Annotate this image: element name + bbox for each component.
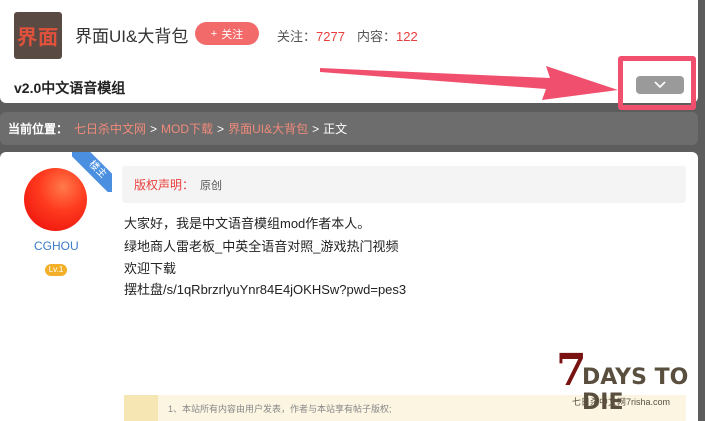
follower-count: 7277	[316, 29, 345, 44]
post-body-link[interactable]: 摆杜盘/s/1qRbrzrlyuYnr84E4jOKHSw?pwd=pes3	[124, 279, 406, 298]
post-body-line: 绿地商人雷老板_中英全语音对照_游戏热门视频	[124, 239, 399, 254]
follower-stat: 关注：7277	[277, 26, 345, 45]
copyright-notice: 版权声明： 原创	[122, 166, 686, 203]
follow-button[interactable]: + 关注	[195, 22, 259, 45]
author-name[interactable]: CGHOU	[34, 239, 79, 253]
copyright-key: 版权声明：	[134, 178, 195, 192]
red-arrow-annotation-icon	[320, 66, 618, 100]
content-stat: 内容：122	[357, 26, 418, 45]
breadcrumb-label: 当前位置：	[8, 122, 69, 136]
breadcrumb-separator: >	[150, 121, 158, 136]
breadcrumb-item-forum[interactable]: 界面UI&大背包	[228, 120, 308, 137]
post-body-line: 欢迎下载	[124, 261, 177, 276]
breadcrumb-item-home[interactable]: 七日杀中文网	[74, 120, 146, 137]
follow-button-label: 关注	[221, 28, 244, 41]
watermark-logo: 7 DAYS TO DIE 七日杀中文网7risha.com	[552, 345, 702, 416]
forum-name[interactable]: 界面UI&大背包	[75, 22, 188, 47]
content-count: 122	[396, 29, 418, 44]
breadcrumb: 当前位置： 七日杀中文网 > MOD下载 > 界面UI&大背包 > 正文	[0, 112, 698, 145]
chevron-down-icon	[654, 81, 666, 89]
notice-tag	[124, 395, 158, 421]
breadcrumb-separator: >	[217, 121, 225, 136]
expand-button[interactable]	[636, 76, 684, 94]
post-body-line: 大家好，我是中文语音模组mod作者本人。	[124, 216, 371, 231]
follower-stat-label: 关注：	[277, 29, 317, 44]
copyright-value: 原创	[200, 179, 223, 192]
plus-icon: +	[210, 27, 218, 40]
breadcrumb-separator: >	[312, 121, 320, 136]
avatar[interactable]	[24, 168, 87, 231]
breadcrumb-item-current: 正文	[323, 122, 348, 136]
watermark-sub: 七日杀中文网7risha.com	[572, 397, 671, 407]
forum-logo[interactable]: 界面	[14, 12, 62, 59]
breadcrumb-item-mod-download[interactable]: MOD下载	[161, 120, 213, 137]
level-badge: Lv.1	[45, 264, 67, 276]
notice-text: 1、本站所有内容由用户发表，作者与本站享有帖子版权;	[168, 403, 392, 414]
content-stat-label: 内容：	[357, 29, 397, 44]
thread-title: v2.0中文语音模组	[14, 80, 126, 96]
